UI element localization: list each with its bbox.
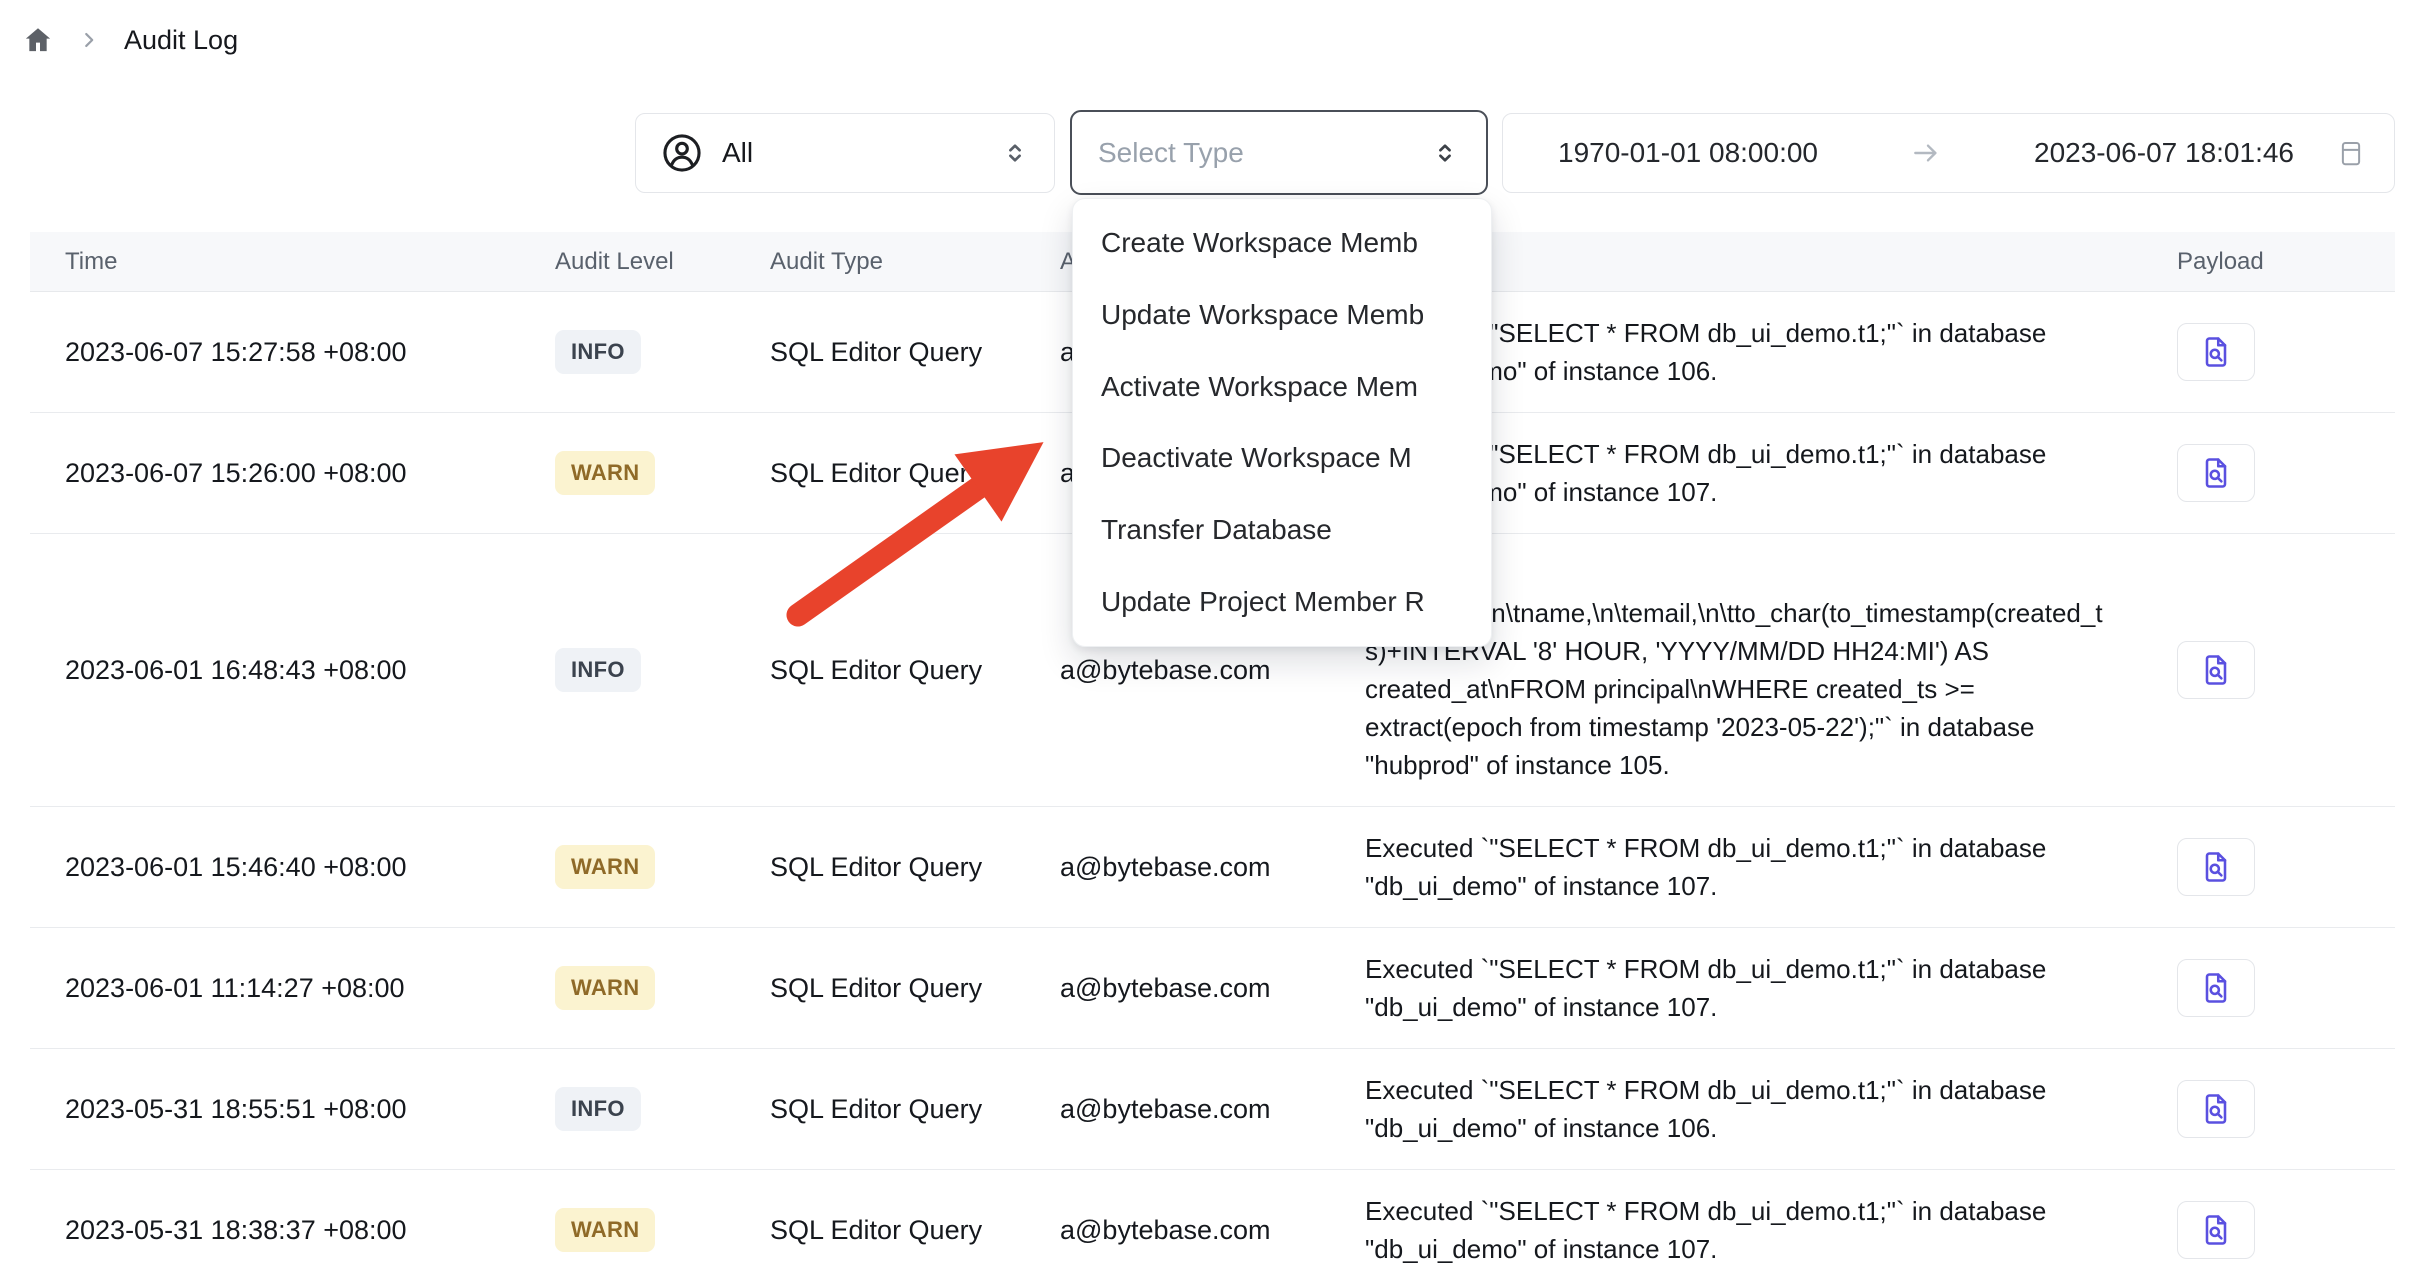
type-dropdown-option[interactable]: Activate Workspace Mem [1073, 351, 1491, 423]
payload-cell [2155, 323, 2395, 381]
audit-level-cell: INFO [545, 648, 760, 692]
type-filter-select[interactable]: Select Type [1070, 110, 1488, 195]
time-cell: 2023-06-01 16:48:43 +08:00 [30, 655, 545, 686]
column-header-audit-type: Audit Type [760, 248, 1050, 276]
payload-view-button[interactable] [2177, 444, 2255, 502]
table-row: 2023-06-01 15:46:40 +08:00 WARN SQL Editor… [30, 807, 2395, 928]
audit-level-badge: WARN [555, 1208, 655, 1252]
audit-level-cell: WARN [545, 1208, 760, 1252]
table-row: 2023-05-31 18:38:37 +08:00 WARN SQL Editor… [30, 1170, 2395, 1268]
payload-cell [2155, 959, 2395, 1017]
audit-type-cell: SQL Editor Query [760, 1215, 1050, 1246]
time-cell: 2023-05-31 18:55:51 +08:00 [30, 1094, 545, 1125]
audit-type-cell: SQL Editor Query [760, 458, 1050, 489]
audit-level-badge: WARN [555, 966, 655, 1010]
payload-view-button[interactable] [2177, 838, 2255, 896]
actor-filter-value: All [722, 137, 753, 169]
audit-level-cell: INFO [545, 1087, 760, 1131]
home-icon[interactable] [22, 24, 54, 56]
document-search-icon [2198, 652, 2234, 688]
audit-type-cell: SQL Editor Query [760, 1094, 1050, 1125]
audit-level-cell: WARN [545, 451, 760, 495]
payload-view-button[interactable] [2177, 323, 2255, 381]
up-down-chevrons-icon [1000, 138, 1030, 168]
audit-level-badge: INFO [555, 330, 641, 374]
date-range-picker[interactable]: 1970-01-01 08:00:00 2023-06-07 18:01:46 [1502, 113, 2395, 193]
type-dropdown-option[interactable]: Deactivate Workspace M [1073, 422, 1491, 494]
audit-level-cell: INFO [545, 330, 760, 374]
audit-level-badge: WARN [555, 451, 655, 495]
actor-filter-select[interactable]: All [635, 113, 1055, 193]
breadcrumb: Audit Log [22, 24, 238, 56]
type-dropdown-option[interactable]: Transfer Database [1073, 494, 1491, 566]
document-search-icon [2198, 849, 2234, 885]
actor-cell: a@bytebase.com [1050, 852, 1355, 883]
comment-cell: Executed `"SELECT * FROM db_ui_demo.t1;"… [1355, 928, 2155, 1048]
time-cell: 2023-06-01 15:46:40 +08:00 [30, 852, 545, 883]
audit-type-cell: SQL Editor Query [760, 852, 1050, 883]
audit-type-cell: SQL Editor Query [760, 973, 1050, 1004]
payload-cell [2155, 838, 2395, 896]
table-row: 2023-05-31 18:55:51 +08:00 INFO SQL Editor… [30, 1049, 2395, 1170]
document-search-icon [2198, 1212, 2234, 1248]
audit-type-cell: SQL Editor Query [760, 655, 1050, 686]
audit-level-badge: INFO [555, 648, 641, 692]
audit-level-badge: INFO [555, 1087, 641, 1131]
document-search-icon [2198, 1091, 2234, 1127]
chevron-right-icon [78, 29, 100, 51]
audit-level-cell: WARN [545, 966, 760, 1010]
date-range-end[interactable]: 2023-06-07 18:01:46 [2034, 137, 2294, 169]
up-down-chevrons-icon [1430, 138, 1460, 168]
page-title: Audit Log [124, 25, 238, 56]
payload-view-button[interactable] [2177, 641, 2255, 699]
payload-cell [2155, 1080, 2395, 1138]
actor-cell: a@bytebase.com [1050, 1094, 1355, 1125]
payload-cell [2155, 641, 2395, 699]
payload-view-button[interactable] [2177, 959, 2255, 1017]
actor-cell: a@bytebase.com [1050, 973, 1355, 1004]
document-search-icon [2198, 970, 2234, 1006]
audit-level-badge: WARN [555, 845, 655, 889]
arrow-right-icon [1910, 137, 1942, 169]
time-cell: 2023-06-07 15:26:00 +08:00 [30, 458, 545, 489]
document-search-icon [2198, 334, 2234, 370]
type-dropdown: Create Workspace MembUpdate Workspace Me… [1072, 198, 1492, 647]
time-cell: 2023-06-07 15:27:58 +08:00 [30, 337, 545, 368]
comment-cell: Executed `"SELECT * FROM db_ui_demo.t1;"… [1355, 1170, 2155, 1268]
payload-view-button[interactable] [2177, 1201, 2255, 1259]
time-cell: 2023-05-31 18:38:37 +08:00 [30, 1215, 545, 1246]
actor-cell: a@bytebase.com [1050, 1215, 1355, 1246]
column-header-audit-level: Audit Level [545, 248, 760, 276]
time-cell: 2023-06-01 11:14:27 +08:00 [30, 973, 545, 1004]
calendar-icon[interactable] [2336, 138, 2366, 168]
comment-cell: Executed `"SELECT * FROM db_ui_demo.t1;"… [1355, 1049, 2155, 1169]
column-header-payload: Payload [2155, 248, 2395, 276]
type-dropdown-option[interactable]: Update Project Member R [1073, 566, 1491, 638]
column-header-time: Time [30, 248, 545, 276]
audit-type-cell: SQL Editor Query [760, 337, 1050, 368]
person-circle-icon [660, 131, 704, 175]
audit-log-page: Audit Log All Select Type 1970-01-01 08:… [0, 0, 2410, 1268]
type-dropdown-option[interactable]: Update Workspace Memb [1073, 279, 1491, 351]
type-filter-placeholder: Select Type [1098, 137, 1244, 169]
comment-cell: Executed `"SELECT * FROM db_ui_demo.t1;"… [1355, 807, 2155, 927]
audit-level-cell: WARN [545, 845, 760, 889]
type-dropdown-option[interactable]: Create Workspace Memb [1073, 207, 1491, 279]
payload-cell [2155, 444, 2395, 502]
actor-cell: a@bytebase.com [1050, 655, 1355, 686]
payload-view-button[interactable] [2177, 1080, 2255, 1138]
document-search-icon [2198, 455, 2234, 491]
payload-cell [2155, 1201, 2395, 1259]
date-range-start[interactable]: 1970-01-01 08:00:00 [1558, 137, 1818, 169]
table-row: 2023-06-01 11:14:27 +08:00 WARN SQL Editor… [30, 928, 2395, 1049]
